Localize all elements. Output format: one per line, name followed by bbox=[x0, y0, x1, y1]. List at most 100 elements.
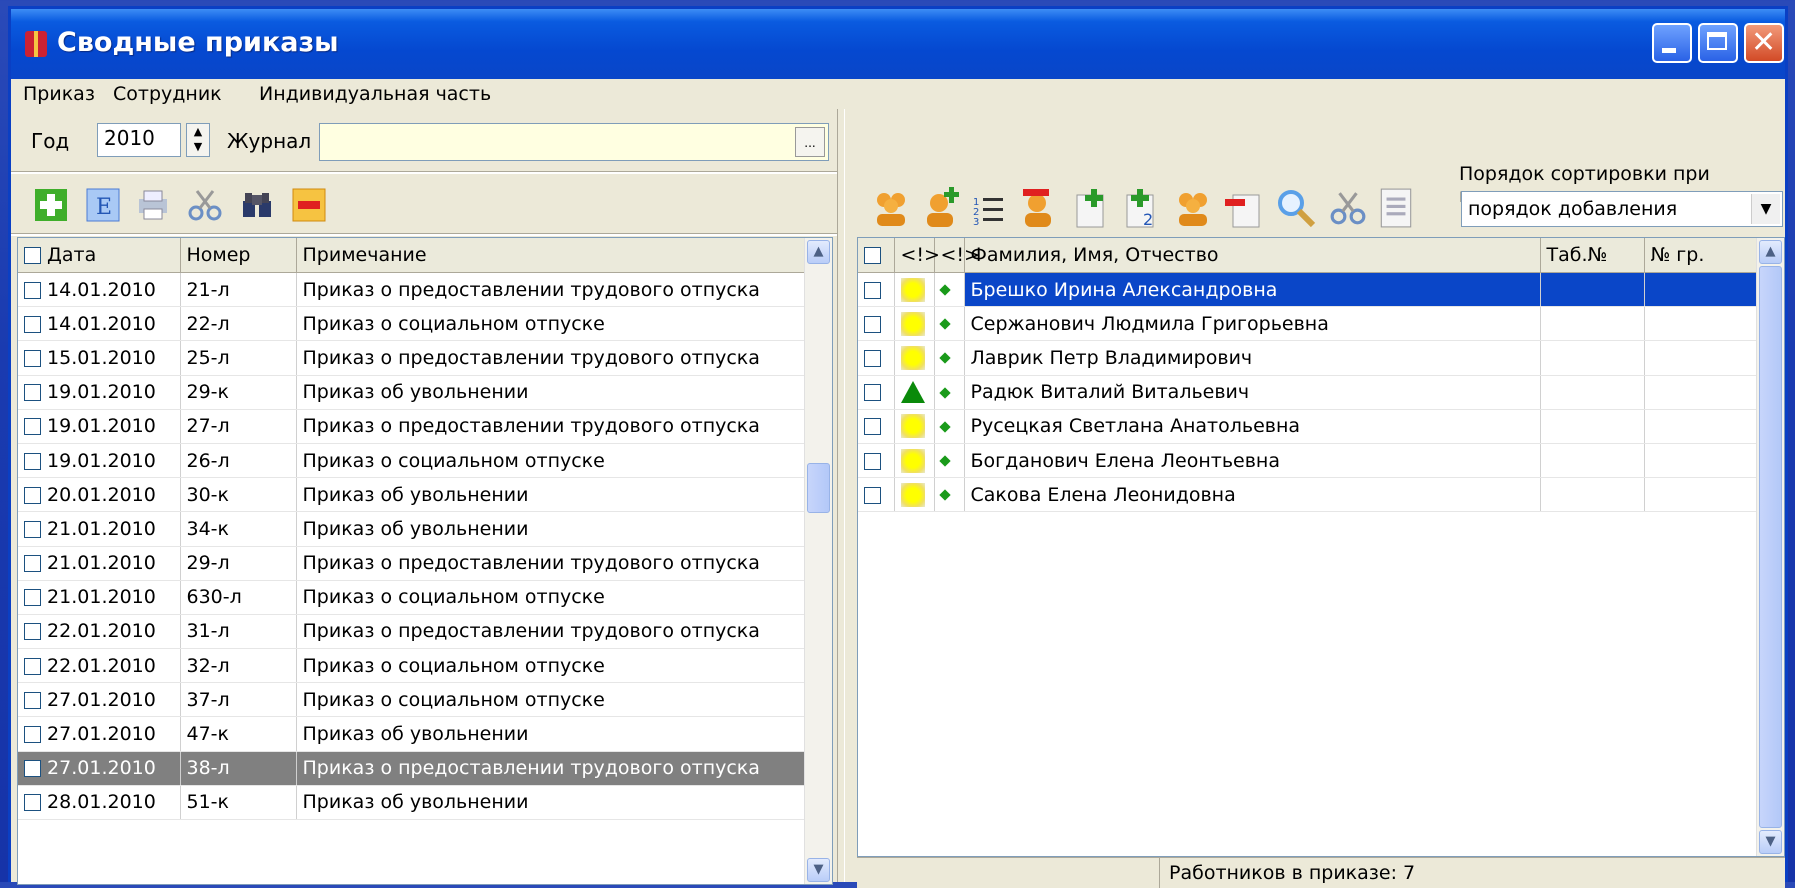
cut-icon[interactable] bbox=[187, 187, 223, 223]
table-row[interactable]: 20.01.2010 30-к Приказ об увольнении bbox=[18, 477, 808, 513]
sort-select[interactable]: порядок добавления ▼ bbox=[1461, 191, 1783, 227]
row-checkbox[interactable] bbox=[864, 384, 881, 402]
minimize-button[interactable] bbox=[1652, 23, 1692, 63]
table-row[interactable]: 27.01.2010 38-л Приказ о предоставлении тр… bbox=[18, 751, 808, 786]
table-row[interactable]: 15.01.2010 25-л Приказ о предоставлении тр… bbox=[18, 340, 808, 376]
remove-doc-icon[interactable] bbox=[1223, 187, 1265, 229]
row-checkbox[interactable] bbox=[24, 589, 41, 607]
table-row[interactable]: 21.01.2010 34-к Приказ об увольнении bbox=[18, 511, 808, 547]
table-row[interactable]: 21.01.2010 630-л Приказ о социальном отпус… bbox=[18, 580, 808, 615]
search-icon[interactable] bbox=[1275, 187, 1317, 229]
title-bar[interactable]: Сводные приказы ✕ bbox=[11, 9, 1785, 79]
table-row[interactable]: Радюк Виталий Витальевич bbox=[858, 375, 1759, 410]
menu-individual-part[interactable]: Индивидуальная часть bbox=[259, 83, 491, 105]
table-row[interactable]: 19.01.2010 29-к Приказ об увольнении bbox=[18, 375, 808, 410]
column-header-group-number[interactable]: № гр. bbox=[1644, 238, 1759, 273]
row-checkbox[interactable] bbox=[864, 452, 881, 470]
year-spinner[interactable]: ▲ ▼ bbox=[186, 123, 210, 157]
column-header-date[interactable]: Дата bbox=[18, 238, 181, 273]
spin-up-icon[interactable]: ▲ bbox=[187, 124, 209, 139]
table-row[interactable]: Лаврик Петр Владимирович bbox=[858, 340, 1759, 376]
menu-order[interactable]: Приказ bbox=[23, 83, 95, 105]
edit-icon[interactable]: E bbox=[85, 187, 121, 223]
add-icon[interactable] bbox=[33, 187, 69, 223]
row-checkbox[interactable] bbox=[24, 726, 41, 744]
table-row[interactable]: 19.01.2010 27-л Приказ о предоставлении тр… bbox=[18, 409, 808, 444]
table-row[interactable]: 19.01.2010 26-л Приказ о социальном отпуск… bbox=[18, 443, 808, 479]
add-employee-icon[interactable] bbox=[921, 185, 963, 229]
table-row[interactable]: Русецкая Светлана Анатольевна bbox=[858, 409, 1759, 444]
row-checkbox[interactable] bbox=[24, 657, 41, 675]
journal-browse-button[interactable]: ... bbox=[795, 127, 825, 157]
report-icon[interactable] bbox=[1377, 187, 1415, 229]
table-row[interactable]: 28.01.2010 51-к Приказ об увольнении bbox=[18, 785, 808, 821]
menu-employee[interactable]: Сотрудник bbox=[113, 83, 222, 105]
row-checkbox[interactable] bbox=[864, 418, 881, 436]
row-checkbox[interactable] bbox=[864, 281, 881, 299]
employees-panel: 123 2 Порядок сортировки при печати поря… bbox=[847, 109, 1785, 888]
row-checkbox[interactable] bbox=[24, 349, 41, 367]
row-checkbox[interactable] bbox=[864, 486, 881, 504]
row-checkbox[interactable] bbox=[24, 520, 41, 538]
chevron-down-icon[interactable]: ▼ bbox=[1751, 194, 1780, 224]
spin-down-icon[interactable]: ▼ bbox=[187, 139, 209, 154]
column-header-check[interactable] bbox=[858, 238, 895, 273]
table-row[interactable]: 27.01.2010 37-л Приказ о социальном отпуск… bbox=[18, 682, 808, 718]
table-row[interactable]: 27.01.2010 47-к Приказ об увольнении bbox=[18, 716, 808, 752]
row-checkbox[interactable] bbox=[24, 623, 41, 641]
scroll-up-icon[interactable]: ▲ bbox=[807, 240, 830, 264]
panel-splitter[interactable] bbox=[837, 109, 845, 882]
numbered-list-icon[interactable]: 123 bbox=[971, 191, 1007, 227]
column-header-note[interactable]: Примечание bbox=[296, 238, 808, 273]
row-checkbox[interactable] bbox=[24, 486, 41, 504]
scroll-thumb[interactable] bbox=[807, 463, 830, 513]
row-checkbox[interactable] bbox=[24, 452, 41, 470]
row-checkbox[interactable] bbox=[24, 315, 41, 333]
column-header-tab-number[interactable]: Таб.№ bbox=[1540, 238, 1645, 273]
table-row[interactable]: 21.01.2010 29-л Приказ о предоставлении тр… bbox=[18, 546, 808, 581]
table-row[interactable]: Сержанович Людмила Григорьевна bbox=[858, 306, 1759, 342]
employees-icon[interactable] bbox=[871, 189, 911, 229]
date-value: 22.01.2010 bbox=[47, 654, 156, 677]
scroll-down-icon[interactable]: ▼ bbox=[807, 858, 830, 882]
column-header-flag1[interactable]: <!> bbox=[894, 238, 940, 273]
table-row[interactable]: Сакова Елена Леонидовна bbox=[858, 477, 1759, 513]
row-checkbox[interactable] bbox=[24, 384, 41, 402]
print-icon[interactable] bbox=[135, 187, 171, 223]
add-doc-2-icon[interactable]: 2 bbox=[1121, 187, 1161, 229]
table-row[interactable]: Брешко Ирина Александровна bbox=[858, 272, 1759, 308]
table-row[interactable]: Богданович Елена Леонтьевна bbox=[858, 443, 1759, 479]
row-checkbox[interactable] bbox=[24, 760, 41, 778]
table-row[interactable]: 22.01.2010 31-л Приказ о предоставлении тр… bbox=[18, 614, 808, 650]
column-header-number[interactable]: Номер bbox=[180, 238, 297, 273]
remove-employee-icon[interactable] bbox=[1019, 185, 1061, 229]
year-input[interactable]: 2010 bbox=[97, 123, 181, 157]
row-checkbox[interactable] bbox=[864, 315, 881, 333]
orders-table: Дата Номер Примечание 14.01.2010 21-л Прик… bbox=[18, 238, 808, 821]
close-button[interactable]: ✕ bbox=[1744, 23, 1784, 63]
orders-scrollbar[interactable]: ▲ ▼ bbox=[804, 238, 832, 884]
table-row[interactable]: 22.01.2010 32-л Приказ о социальном отпуск… bbox=[18, 648, 808, 684]
add-doc-icon[interactable] bbox=[1071, 187, 1111, 229]
scroll-down-icon[interactable]: ▼ bbox=[1759, 830, 1782, 854]
column-header-name[interactable]: Фамилия, Имя, Отчество bbox=[964, 238, 1541, 273]
row-checkbox[interactable] bbox=[24, 555, 41, 573]
select-all-employees-checkbox[interactable] bbox=[864, 247, 881, 264]
scroll-thumb[interactable] bbox=[1759, 266, 1782, 828]
table-row[interactable]: 14.01.2010 21-л Приказ о предоставлении тр… bbox=[18, 272, 808, 308]
row-checkbox[interactable] bbox=[24, 794, 41, 812]
row-checkbox[interactable] bbox=[24, 281, 41, 299]
cut-icon[interactable] bbox=[1329, 189, 1367, 227]
group-icon[interactable] bbox=[1173, 189, 1213, 229]
maximize-button[interactable] bbox=[1698, 23, 1738, 63]
find-icon[interactable] bbox=[239, 187, 275, 223]
remove-icon[interactable] bbox=[291, 187, 327, 223]
row-checkbox[interactable] bbox=[24, 418, 41, 436]
journal-input[interactable] bbox=[319, 123, 829, 161]
row-checkbox[interactable] bbox=[24, 691, 41, 709]
scroll-up-icon[interactable]: ▲ bbox=[1759, 240, 1782, 264]
select-all-checkbox[interactable] bbox=[24, 247, 41, 264]
row-checkbox[interactable] bbox=[864, 349, 881, 367]
table-row[interactable]: 14.01.2010 22-л Приказ о социальном отпуск… bbox=[18, 306, 808, 342]
employees-scrollbar[interactable]: ▲ ▼ bbox=[1756, 238, 1784, 856]
